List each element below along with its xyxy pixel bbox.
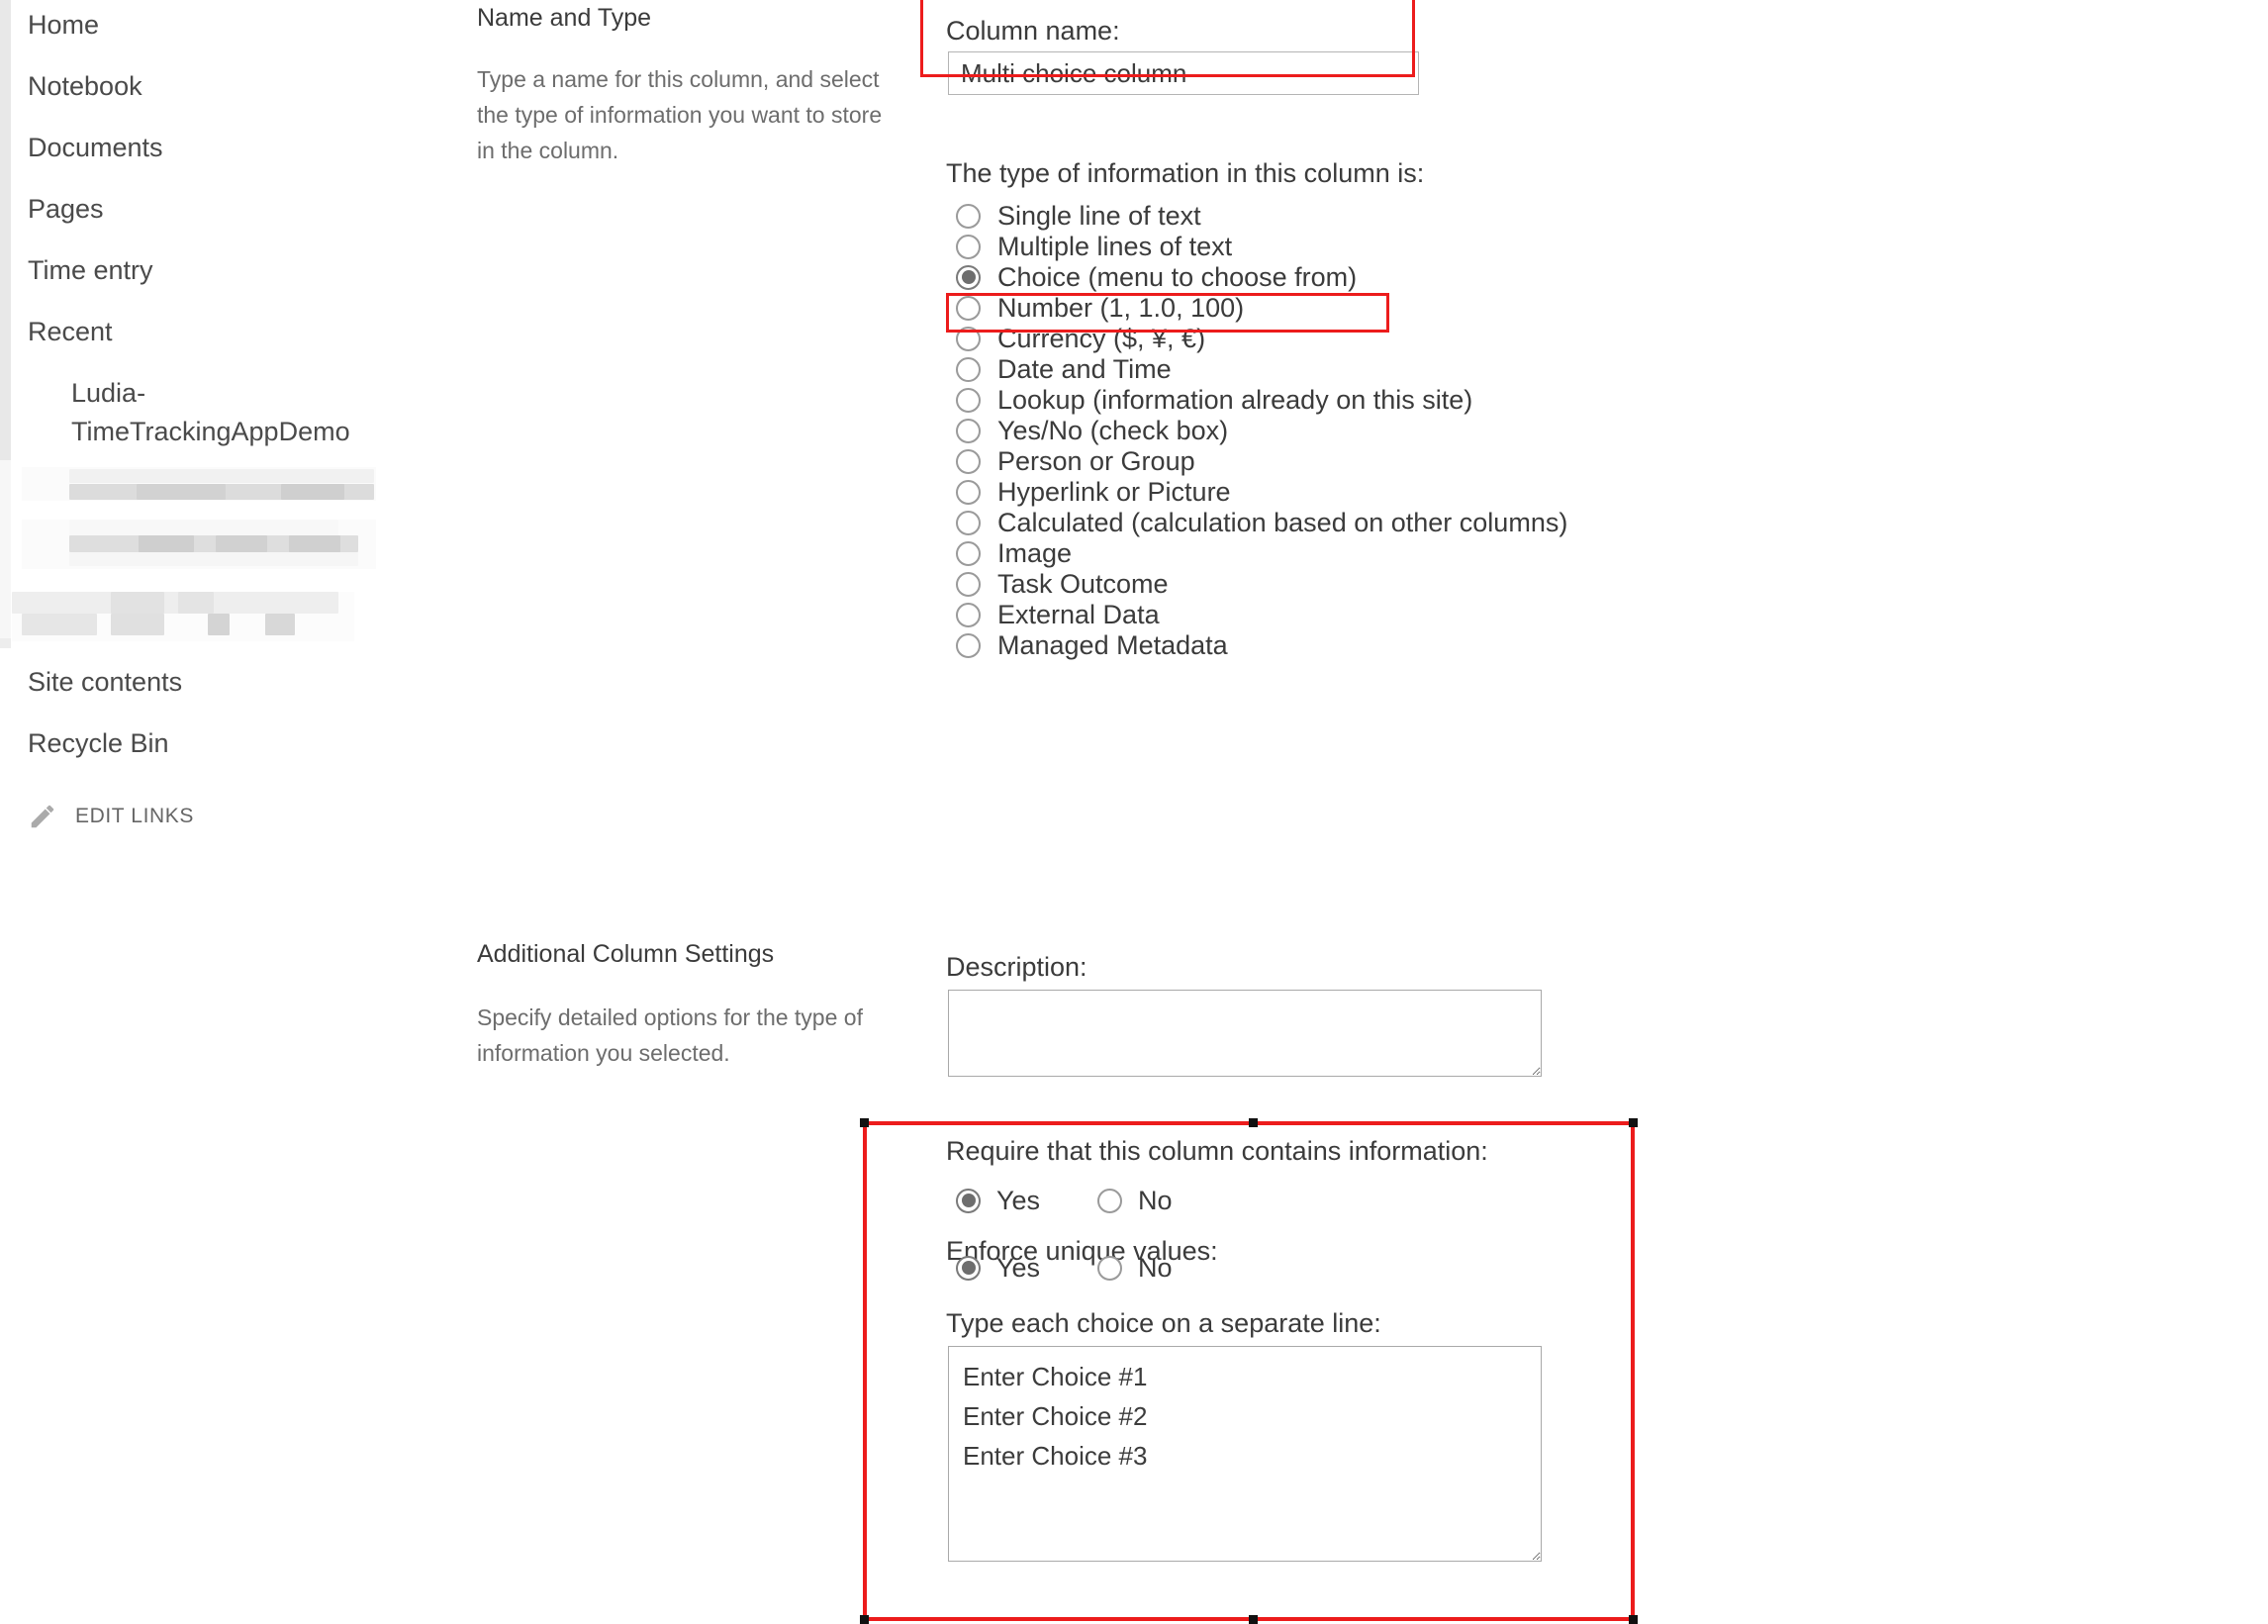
type-option-label: Single line of text [997, 201, 1201, 231]
sidebar-item-ludia-timetrackingappdemo[interactable]: Ludia-TimeTrackingAppDemo [71, 374, 398, 451]
choices-label: Type each choice on a separate line: [946, 1308, 1381, 1338]
radio-indicator [956, 510, 981, 535]
site-navigation: Home Notebook Documents Pages Time entry… [0, 0, 465, 1623]
radio-indicator [956, 295, 981, 321]
type-option-person-or-group[interactable]: Person or Group [956, 446, 1195, 476]
edit-links-button[interactable]: EDIT LINKS [28, 802, 194, 831]
column-settings-form: Name and Type Type a name for this colum… [465, 0, 2268, 1623]
name-and-type-description: Type a name for this column, and select … [477, 66, 883, 163]
name-and-type-heading: Name and Type [477, 4, 652, 32]
type-option-task-outcome[interactable]: Task Outcome [956, 569, 1169, 599]
sidebar-item-time-entry[interactable]: Time entry [28, 253, 153, 287]
redacted-nav-item-1 [22, 467, 376, 501]
radio-indicator [956, 234, 981, 259]
type-option-choice[interactable]: Choice (menu to choose from) [956, 262, 1357, 292]
type-option-external-data[interactable]: External Data [956, 600, 1160, 629]
require-information-yes-option[interactable]: Yes [956, 1186, 1040, 1215]
sidebar-item-recent[interactable]: Recent [28, 315, 113, 348]
require-information-label: Require that this column contains inform… [946, 1136, 1488, 1166]
sidebar-item-documents[interactable]: Documents [28, 131, 163, 164]
type-option-label: Multiple lines of text [997, 232, 1233, 261]
type-option-lookup[interactable]: Lookup (information already on this site… [956, 385, 1472, 415]
require-information-no-option[interactable]: No [1097, 1186, 1173, 1215]
radio-indicator [956, 602, 981, 627]
type-option-multiple-lines-of-text[interactable]: Multiple lines of text [956, 232, 1232, 261]
radio-indicator [956, 203, 981, 229]
type-option-label: Date and Time [997, 354, 1172, 384]
type-option-label: Yes/No (check box) [997, 416, 1229, 445]
radio-indicator [956, 387, 981, 413]
type-option-currency[interactable]: Currency ($, ¥, €) [956, 324, 1205, 353]
require-no-label: No [1138, 1186, 1173, 1215]
require-yes-label: Yes [996, 1186, 1041, 1215]
radio-indicator-selected [956, 1188, 981, 1213]
sidebar-item-pages[interactable]: Pages [28, 192, 104, 226]
type-option-label: Managed Metadata [997, 630, 1228, 660]
radio-indicator-selected [956, 264, 981, 290]
type-option-image[interactable]: Image [956, 538, 1072, 568]
type-option-label: Hyperlink or Picture [997, 477, 1231, 507]
type-option-date-and-time[interactable]: Date and Time [956, 354, 1172, 384]
edit-links-label: EDIT LINKS [75, 805, 194, 827]
radio-indicator [1097, 1188, 1123, 1213]
type-option-label: Currency ($, ¥, €) [997, 324, 1206, 353]
choices-textarea[interactable] [948, 1346, 1542, 1562]
unique-yes-label: Yes [996, 1253, 1041, 1283]
radio-indicator [956, 418, 981, 443]
type-option-calculated[interactable]: Calculated (calculation based on other c… [956, 508, 1567, 537]
radio-indicator [956, 632, 981, 658]
type-option-label: Task Outcome [997, 569, 1169, 599]
enforce-unique-radio-group: Yes No [956, 1253, 1173, 1283]
type-option-yes-no[interactable]: Yes/No (check box) [956, 416, 1228, 445]
enforce-unique-no-option[interactable]: No [1097, 1253, 1173, 1283]
sidebar-item-recycle-bin[interactable]: Recycle Bin [28, 726, 169, 760]
description-label: Description: [946, 952, 1087, 982]
type-option-single-line-of-text[interactable]: Single line of text [956, 201, 1201, 231]
column-name-input[interactable] [948, 51, 1419, 95]
type-option-label: Choice (menu to choose from) [997, 262, 1358, 292]
radio-indicator-selected [956, 1255, 981, 1281]
type-option-hyperlink-or-picture[interactable]: Hyperlink or Picture [956, 477, 1231, 507]
additional-settings-heading: Additional Column Settings [477, 940, 775, 968]
radio-indicator [956, 571, 981, 597]
enforce-unique-yes-option[interactable]: Yes [956, 1253, 1040, 1283]
type-option-label: Calculated (calculation based on other c… [997, 508, 1568, 537]
unique-no-label: No [1138, 1253, 1173, 1283]
sidebar-item-site-contents[interactable]: Site contents [28, 665, 182, 699]
sidebar-item-notebook[interactable]: Notebook [28, 69, 142, 103]
column-type-label: The type of information in this column i… [946, 158, 1425, 188]
redacted-nav-item-2 [22, 520, 376, 569]
type-option-label: External Data [997, 600, 1160, 629]
radio-indicator [956, 540, 981, 566]
pencil-icon [31, 805, 54, 828]
type-option-label: Number (1, 1.0, 100) [997, 293, 1245, 323]
description-textarea[interactable] [948, 990, 1542, 1077]
radio-indicator [956, 326, 981, 351]
type-option-label: Person or Group [997, 446, 1195, 476]
type-option-label: Image [997, 538, 1073, 568]
type-option-label: Lookup (information already on this site… [997, 385, 1473, 415]
radio-indicator [956, 479, 981, 505]
column-name-label: Column name: [946, 16, 1120, 46]
radio-indicator [956, 448, 981, 474]
sidebar-item-home[interactable]: Home [28, 8, 99, 42]
radio-indicator [1097, 1255, 1123, 1281]
type-option-managed-metadata[interactable]: Managed Metadata [956, 630, 1228, 660]
redacted-nav-item-3 [12, 592, 354, 641]
type-option-number[interactable]: Number (1, 1.0, 100) [956, 293, 1244, 323]
additional-settings-description: Specify detailed options for the type of… [477, 1004, 863, 1066]
require-information-radio-group: Yes No [956, 1186, 1173, 1215]
radio-indicator [956, 356, 981, 382]
